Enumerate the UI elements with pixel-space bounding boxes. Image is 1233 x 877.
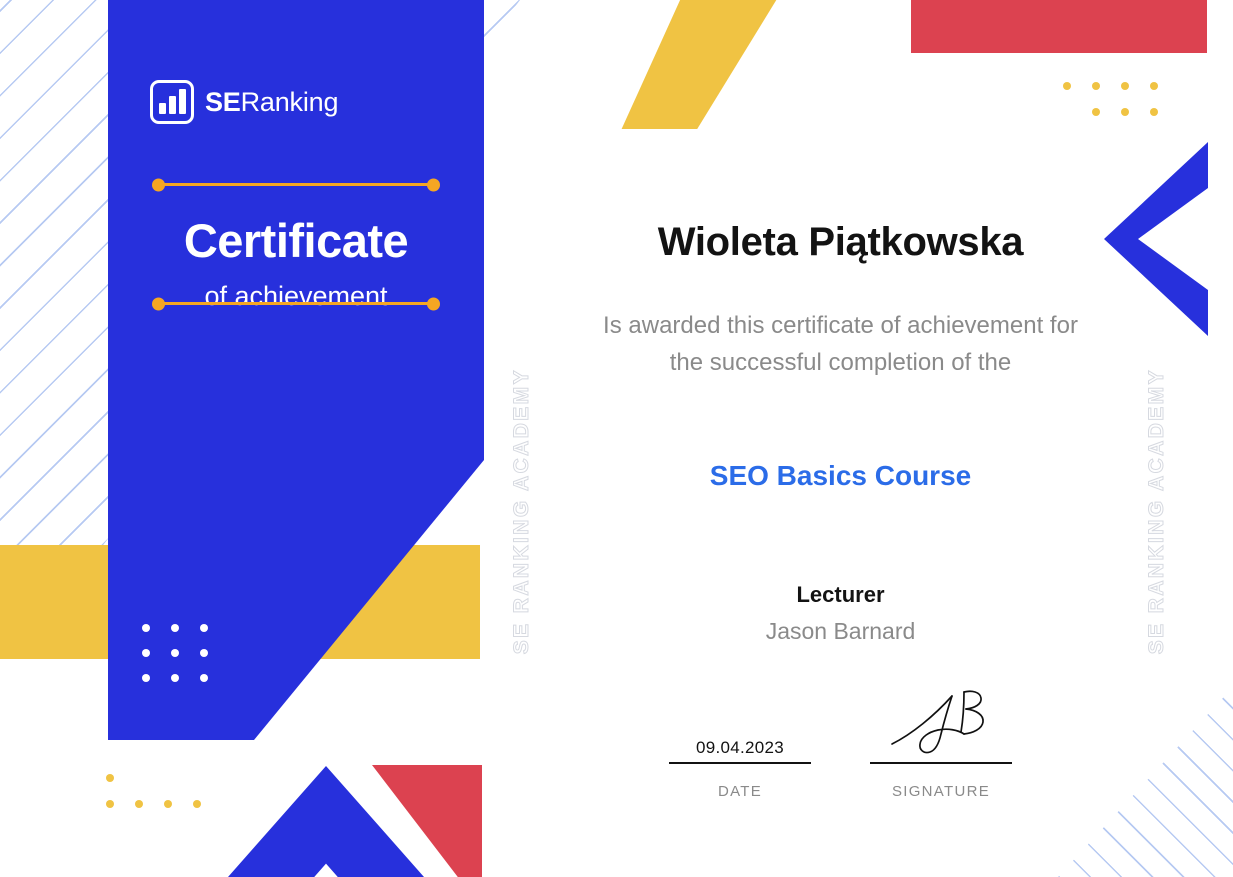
vertical-watermark-right: SE RANKING ACADEMY — [1145, 368, 1169, 655]
signature-underline — [870, 762, 1012, 764]
brand-logo-bold: SE — [205, 86, 241, 117]
signature-caption: SIGNATURE — [891, 783, 991, 800]
date-slot: 09.04.2023 — [669, 700, 811, 762]
signature-slot — [870, 690, 1012, 762]
brand-logo-regular: Ranking — [240, 86, 339, 117]
yellow-dot-grid-bottom-left — [106, 774, 222, 826]
brand-logo: SERanking — [150, 80, 338, 124]
date-caption: DATE — [717, 783, 763, 800]
recipient-name: Wioleta Piątkowska — [657, 220, 1024, 264]
date-block: 09.04.2023 DATE — [669, 700, 811, 800]
yellow-dot-grid-top-right — [1063, 82, 1179, 134]
vertical-watermark-left: SE RANKING ACADEMY — [510, 368, 534, 655]
certificate-canvas: SERanking Certificate of achievement SE … — [0, 0, 1233, 877]
divider-rule-top — [155, 183, 437, 186]
lecturer-name: Jason Barnard — [765, 618, 916, 644]
signature-block: SIGNATURE — [870, 690, 1012, 800]
divider-rule-bottom — [155, 302, 437, 305]
bar-chart-logo-icon — [150, 80, 194, 124]
date-underline — [669, 762, 811, 764]
course-title: SEO Basics Course — [709, 460, 972, 491]
yellow-diagonal-band-top — [621, 0, 780, 129]
awarded-text: Is awarded this certificate of achieveme… — [603, 312, 1078, 376]
red-bar-top-right — [911, 0, 1207, 53]
lecturer-label: Lecturer — [796, 582, 885, 607]
date-value: 09.04.2023 — [695, 738, 785, 757]
handwritten-signature-icon — [891, 690, 984, 754]
blue-chevron-left-icon — [1104, 142, 1208, 336]
brand-logo-text: SERanking — [205, 87, 338, 118]
white-dot-grid — [142, 624, 229, 699]
diagonal-stripes-bottom-right — [1058, 687, 1233, 877]
certificate-title: Certificate — [183, 214, 409, 267]
